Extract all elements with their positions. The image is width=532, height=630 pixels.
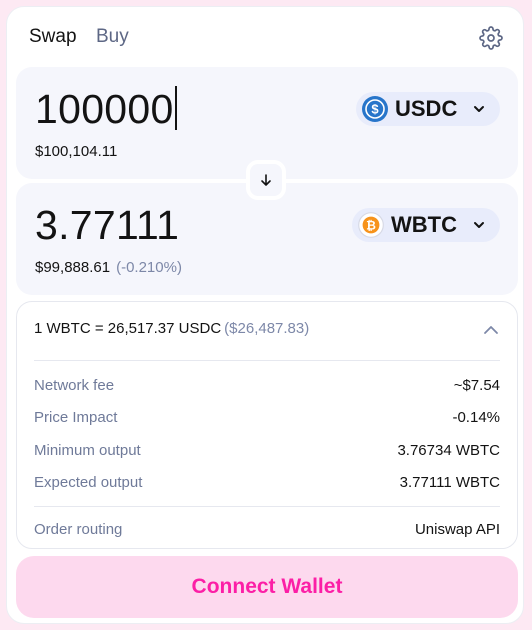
output-token-symbol: WBTC — [391, 212, 457, 237]
network-fee-value: ~$7.54 — [453, 377, 500, 394]
minimum-output-value: 3.76734 WBTC — [397, 442, 500, 459]
chevron-up-icon[interactable] — [481, 320, 501, 340]
divider — [34, 360, 500, 361]
price-impact-value: -0.14% — [452, 409, 500, 426]
output-usd-value: $99,888.61 (-0.210%) — [35, 259, 182, 276]
arrow-down-icon — [261, 174, 271, 186]
swap-header: Swap Buy — [7, 7, 523, 67]
network-fee-label: Network fee — [34, 377, 115, 394]
order-routing-label: Order routing — [34, 521, 123, 538]
connect-wallet-button[interactable]: Connect Wallet — [16, 556, 518, 618]
exchange-rate[interactable]: 1 WBTC = 26,517.37 USDC ($26,487.83) — [34, 320, 309, 337]
usdc-icon: $ — [362, 96, 388, 122]
input-token-selector[interactable]: $ USDC — [356, 92, 500, 126]
minimum-output-label: Minimum output — [34, 442, 141, 459]
divider — [34, 506, 500, 507]
swap-card: Swap Buy 100000 $100,104.11 $ USDC 3.771… — [6, 6, 524, 624]
detail-row-price-impact: Price Impact -0.14% — [34, 407, 500, 429]
input-amount-field[interactable]: 100000 — [35, 85, 177, 133]
svg-text:₿: ₿ — [366, 218, 376, 232]
output-token-selector[interactable]: ₿ WBTC — [352, 208, 500, 242]
detail-row-minimum-output: Minimum output 3.76734 WBTC — [34, 440, 500, 462]
chevron-down-icon — [474, 106, 484, 112]
exchange-rate-usd: ($26,487.83) — [224, 320, 310, 337]
input-amount-value[interactable]: 100000 — [35, 86, 174, 132]
swap-direction-button[interactable] — [246, 160, 286, 200]
gear-icon[interactable] — [479, 26, 503, 50]
swap-details-panel: 1 WBTC = 26,517.37 USDC ($26,487.83) Netw… — [16, 301, 518, 549]
detail-row-network-fee: Network fee ~$7.54 — [34, 375, 500, 397]
output-usd-amount: $99,888.61 — [35, 259, 111, 276]
price-impact-label: Price Impact — [34, 409, 118, 426]
price-change-percent: (-0.210%) — [116, 259, 182, 276]
detail-row-order-routing: Order routing Uniswap API — [34, 519, 500, 541]
output-amount-field[interactable]: 3.77111 — [35, 201, 179, 249]
detail-row-expected-output: Expected output 3.77111 WBTC — [34, 472, 500, 494]
tab-swap[interactable]: Swap — [29, 25, 77, 49]
svg-text:$: $ — [371, 102, 379, 117]
wbtc-icon: ₿ — [358, 212, 384, 238]
exchange-rate-text: 1 WBTC = 26,517.37 USDC — [34, 320, 222, 337]
text-caret — [174, 86, 177, 130]
input-token-symbol: USDC — [395, 96, 458, 121]
expected-output-label: Expected output — [34, 474, 143, 491]
tab-buy[interactable]: Buy — [96, 25, 129, 49]
input-usd-value: $100,104.11 — [35, 143, 118, 160]
chevron-down-icon — [474, 222, 484, 228]
order-routing-value[interactable]: Uniswap API — [415, 519, 500, 541]
expected-output-value: 3.77111 WBTC — [399, 474, 500, 491]
